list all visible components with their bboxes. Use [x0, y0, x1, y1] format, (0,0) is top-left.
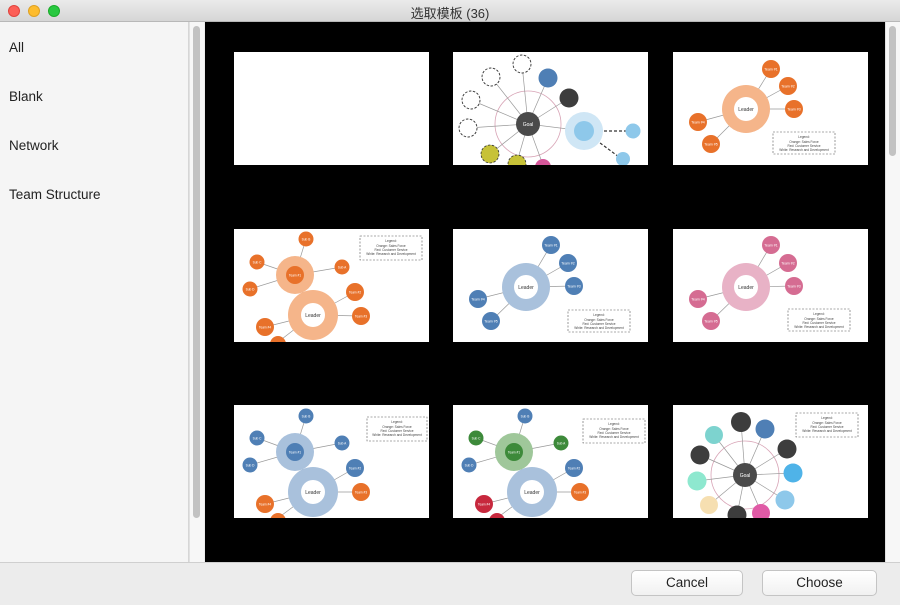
legend-line: White: Research and Development: [366, 252, 416, 256]
sidebar-scrollbar[interactable]: [189, 22, 204, 562]
template-network-goal-colored[interactable]: Goal Legend: Orange: Sales Force Red: Cu…: [673, 405, 868, 518]
leader-node-label: Leader: [738, 285, 754, 291]
team-node-label: Team #3: [355, 315, 367, 319]
team-node-label: Team #4: [691, 298, 704, 302]
template-team-sub-orange[interactable]: Leader Team #1 Sub B Sub A Sub C Sub D T…: [234, 229, 429, 342]
team-node-label: Team #4: [471, 298, 484, 302]
legend-line: White: Research and Development: [574, 326, 624, 330]
leader-node-label: Leader: [738, 107, 754, 113]
template-team-blue[interactable]: Leader Team #1 Team #2 Team #3 Team #4 T…: [453, 229, 648, 342]
team-node-label: Team #4: [691, 121, 704, 125]
window-title: 选取模板 (36): [410, 6, 490, 21]
team-node-label: Team #3: [787, 285, 800, 289]
template-team-sub-green[interactable]: Leader Team #1 Sub B Sub A Sub C Sub D T…: [453, 405, 648, 518]
sidebar-item-team-structure[interactable]: Team Structure: [9, 187, 101, 202]
sub-node-label: Sub C: [472, 437, 482, 441]
team-node-label: Team #3: [567, 285, 580, 289]
legend-line: White: Research and Development: [802, 429, 852, 433]
team-node-label: Team #2: [349, 291, 361, 295]
team-node-label: Team #5: [704, 320, 717, 324]
template-team-pink[interactable]: Leader Team #1 Team #2 Team #3 Team #4 T…: [673, 229, 868, 342]
choose-button[interactable]: Choose: [762, 570, 877, 596]
template-network-goal[interactable]: Goal: [453, 52, 648, 165]
template-grid-scroll-thumb[interactable]: [889, 26, 896, 156]
sub-node-label: Sub D: [246, 288, 256, 292]
team-node-label: Team #3: [787, 108, 800, 112]
cancel-button[interactable]: Cancel: [631, 570, 743, 596]
sub-node-label: Sub B: [521, 415, 530, 419]
team-node-label: Team #1: [508, 451, 520, 455]
legend-title: Legend:: [593, 313, 605, 317]
team-node-label: Team #2: [349, 467, 361, 471]
sidebar-scroll-thumb[interactable]: [193, 26, 200, 518]
team-node-label: Team #1: [764, 244, 777, 248]
team-node-label: Team #4: [259, 326, 271, 330]
sub-node-label: Sub A: [338, 442, 347, 446]
sub-node-label: Sub A: [338, 266, 347, 270]
sub-node-label: Sub C: [253, 261, 263, 265]
sub-node-label: Sub B: [302, 415, 311, 419]
team-node-label: Team #2: [781, 85, 794, 89]
leader-node-label: Leader: [524, 490, 540, 496]
team-node-label: Team #1: [289, 274, 301, 278]
legend-title: Legend:: [813, 312, 825, 316]
sub-node-label: Sub A: [557, 442, 566, 446]
legend-title: Legend:: [798, 135, 810, 139]
team-node-label: Team #1: [544, 244, 557, 248]
legend-title: Legend:: [391, 420, 403, 424]
sidebar-item-all[interactable]: All: [9, 40, 24, 55]
legend-title: Legend:: [821, 416, 833, 420]
legend-line: White: Research and Development: [372, 433, 422, 437]
legend-line: White: Research and Development: [589, 435, 639, 439]
team-node-label: Team #5: [484, 320, 497, 324]
leader-node-label: Leader: [305, 490, 321, 496]
sidebar-item-network[interactable]: Network: [9, 138, 59, 153]
category-sidebar: All Blank Network Team Structure: [0, 22, 189, 562]
template-team-orange[interactable]: Leader Team #1 Team #2 Team #3 Team #4 T…: [673, 52, 868, 165]
team-node-label: Team #4: [259, 503, 271, 507]
legend-line: White: Research and Development: [794, 325, 844, 329]
team-node-label: Team #2: [568, 467, 580, 471]
sidebar-item-blank[interactable]: Blank: [9, 89, 43, 104]
team-node-label: Team #1: [289, 451, 301, 455]
legend-line: White: Research and Development: [779, 148, 829, 152]
team-node-label: Team #2: [781, 262, 794, 266]
goal-node-label: Goal: [740, 473, 751, 479]
template-team-sub-blue[interactable]: Leader Team #1 Sub B Sub A Sub C Sub D T…: [234, 405, 429, 518]
team-node-label: Team #4: [478, 503, 490, 507]
sub-node-label: Sub D: [246, 464, 256, 468]
team-node-label: Team #1: [764, 68, 777, 72]
title-bar: 选取模板 (36): [0, 0, 900, 22]
sub-node-label: Sub B: [302, 238, 311, 242]
team-node-label: Team #2: [561, 262, 574, 266]
team-node-label: Team #5: [704, 143, 717, 147]
sub-node-label: Sub D: [465, 464, 475, 468]
leader-node-label: Leader: [518, 285, 534, 291]
template-grid-scrollbar[interactable]: [885, 22, 900, 562]
team-node-label: Team #3: [574, 491, 586, 495]
sub-node-label: Sub C: [253, 437, 263, 441]
leader-node-label: Leader: [305, 313, 321, 319]
goal-node-label: Goal: [523, 122, 534, 128]
legend-title: Legend:: [608, 422, 620, 426]
legend-title: Legend:: [385, 239, 397, 243]
template-blank[interactable]: [234, 52, 429, 165]
team-node-label: Team #3: [355, 491, 367, 495]
